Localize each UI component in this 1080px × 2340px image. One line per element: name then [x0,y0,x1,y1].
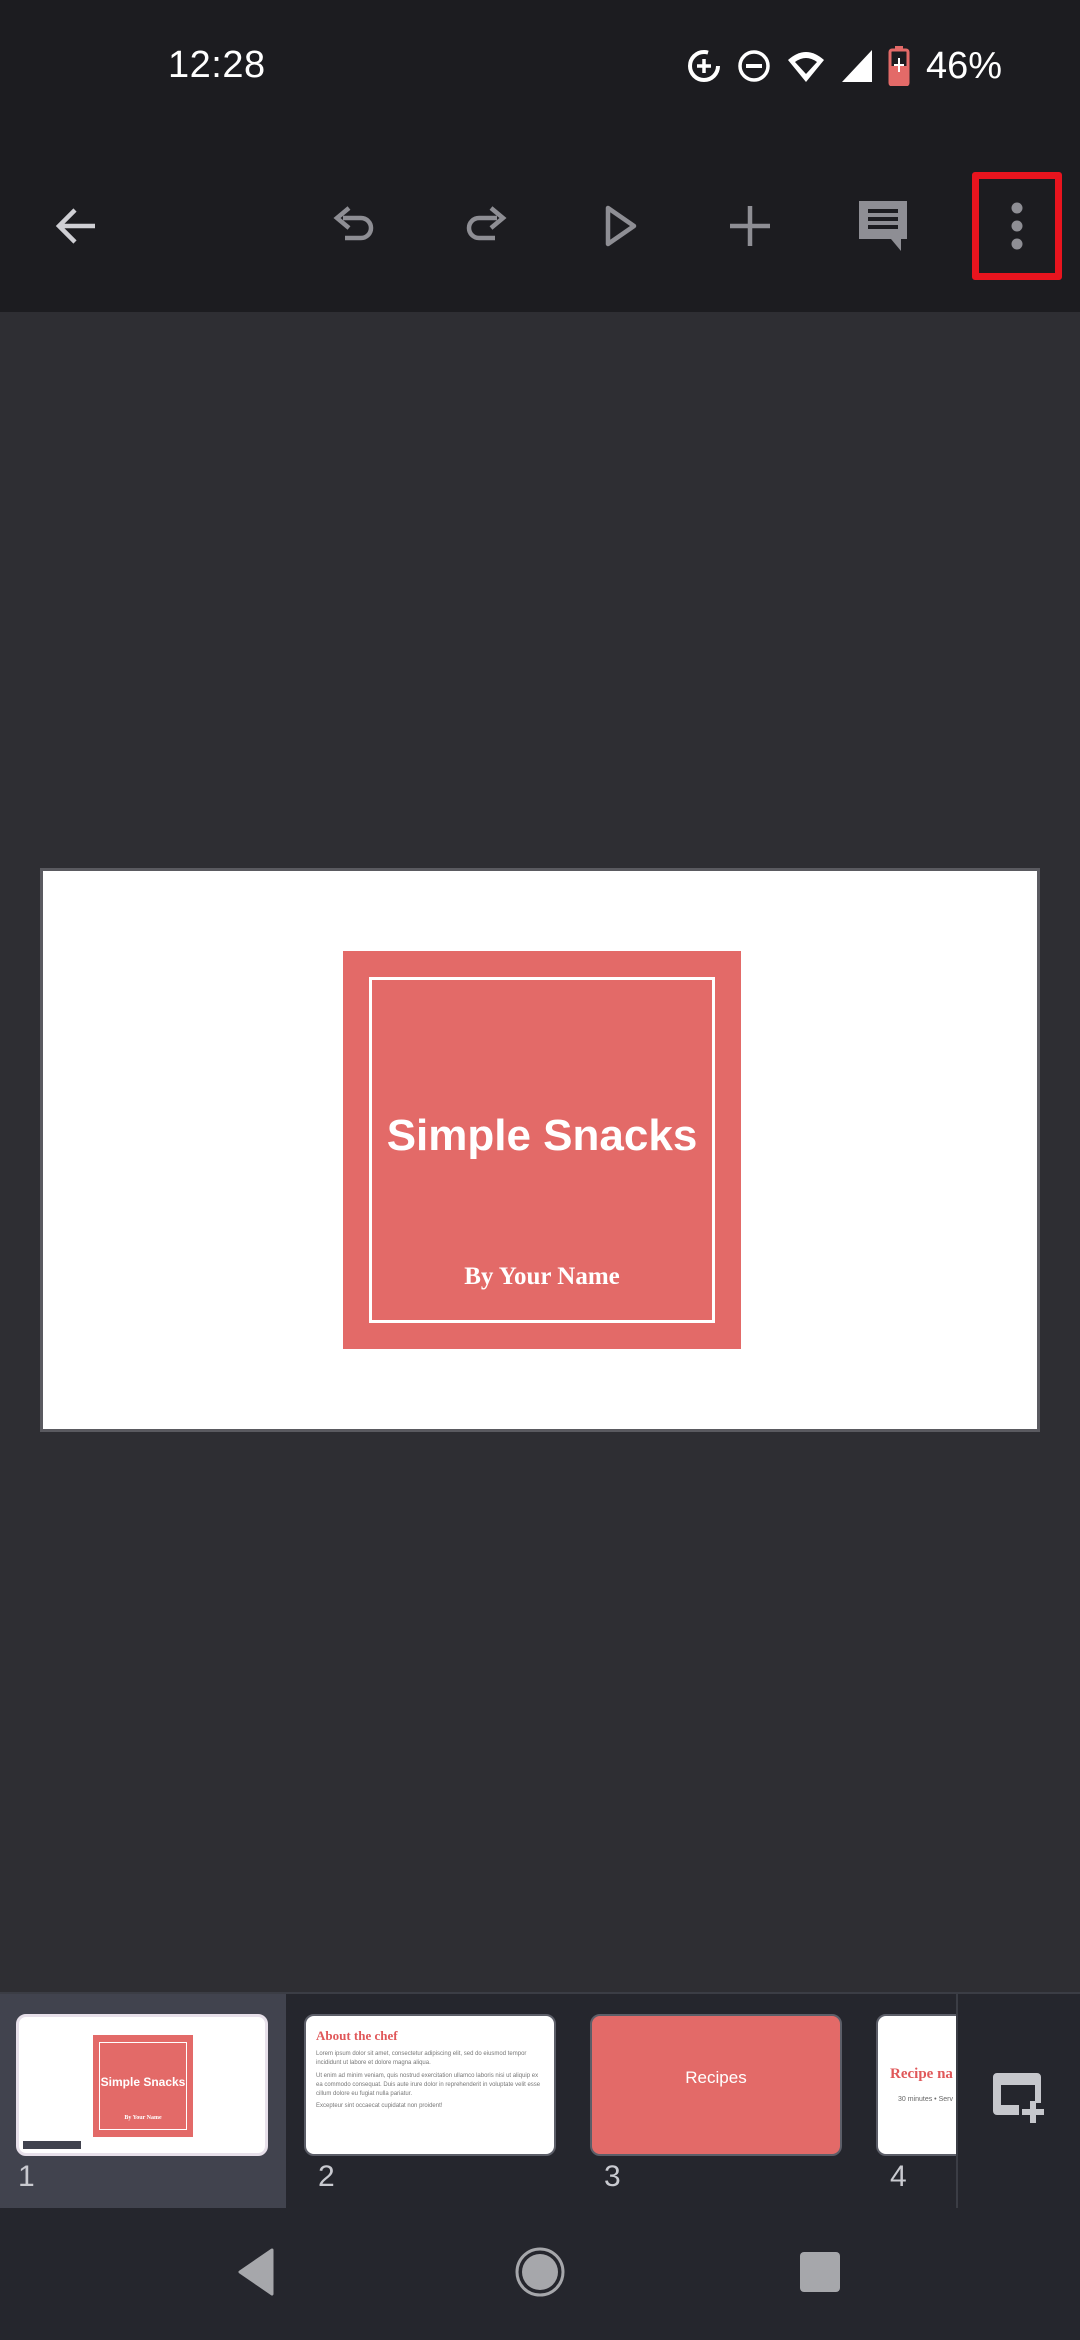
undo-icon [329,200,381,252]
data-saver-icon [686,48,722,84]
editor-toolbar [0,140,1080,312]
play-icon [594,200,646,252]
more-vert-icon [1007,200,1027,252]
recents-nav-icon [798,2250,842,2299]
thumbnail-image: Recipe na 30 minutes • Serv [876,2014,956,2156]
title-card[interactable]: Simple Snacks By Your Name [343,951,741,1349]
thumbnail-title: Recipe na [890,2066,953,2082]
battery-charging-icon [888,46,910,86]
slide-number: 4 [890,2160,907,2193]
slide-subtitle[interactable]: By Your Name [343,1263,741,1291]
slide-number: 1 [18,2160,35,2193]
nav-back-button[interactable] [216,2238,296,2310]
back-nav-icon [234,2248,278,2301]
redo-icon [459,200,511,252]
thumbnail-title: About the chef [316,2028,398,2043]
status-bar: 12:28 46% [0,0,1080,140]
add-slide-button[interactable] [956,1994,1080,2208]
plus-icon [724,200,776,252]
thumbnail-image: About the chef Lorem ipsum dolor sit ame… [304,2014,556,2156]
insert-button[interactable] [705,140,795,312]
comment-icon [854,197,912,255]
home-nav-icon [514,2246,566,2303]
nav-recents-button[interactable] [780,2238,860,2310]
mini-title-card: Simple Snacks By Your Name [93,2035,193,2137]
system-nav-bar [0,2208,1080,2340]
back-button[interactable] [32,140,122,312]
comments-button[interactable] [838,140,928,312]
more-options-button[interactable] [972,140,1062,312]
battery-percent: 46% [925,44,1002,87]
selection-indicator [23,2141,81,2149]
do-not-disturb-icon [736,48,772,84]
thumbnail-slide-3[interactable]: Recipes 3 [572,1994,858,2208]
redo-button[interactable] [440,140,530,312]
slide-number: 3 [604,2160,621,2193]
thumbnail-paragraph: Excepteur sint occaecat cupidatat non pr… [316,2103,443,2109]
slide-filmstrip: Simple Snacks By Your Name 1 About the c… [0,1992,1080,2208]
arrow-left-icon [51,200,103,252]
slide-canvas[interactable]: Simple Snacks By Your Name [0,312,1080,1992]
clock: 12:28 [168,44,266,86]
thumbnail-slide-2[interactable]: About the chef Lorem ipsum dolor sit ame… [286,1994,572,2208]
thumbnail-title: Recipes [685,2068,747,2087]
thumbnail-subtitle: By Your Name [124,2115,162,2121]
thumbnail-paragraph: Lorem ipsum dolor sit amet, consectetur … [316,2051,527,2066]
thumbnail-slide-4[interactable]: Recipe na 30 minutes • Serv 4 [858,1994,956,2208]
slide-title[interactable]: Simple Snacks [343,1111,741,1161]
nav-home-button[interactable] [500,2238,580,2310]
slide-number: 2 [318,2160,335,2193]
thumbnail-slide-1[interactable]: Simple Snacks By Your Name 1 [0,1994,286,2208]
undo-button[interactable] [310,140,400,312]
current-slide[interactable]: Simple Snacks By Your Name [40,868,1040,1432]
thumbnail-meta: 30 minutes • Serv [898,2096,953,2103]
cell-signal-icon [840,48,874,84]
thumbnail-paragraph: Ut enim ad minim veniam, quis nostrud ex… [316,2073,541,2097]
thumbnail-image: Simple Snacks By Your Name [16,2014,268,2156]
wifi-icon [786,48,826,84]
present-button[interactable] [575,140,665,312]
add-slide-icon [989,2071,1049,2132]
status-icons: 46% [686,44,1002,87]
thumbnail-title: Simple Snacks [100,2075,186,2089]
thumbnail-image: Recipes [590,2014,842,2156]
